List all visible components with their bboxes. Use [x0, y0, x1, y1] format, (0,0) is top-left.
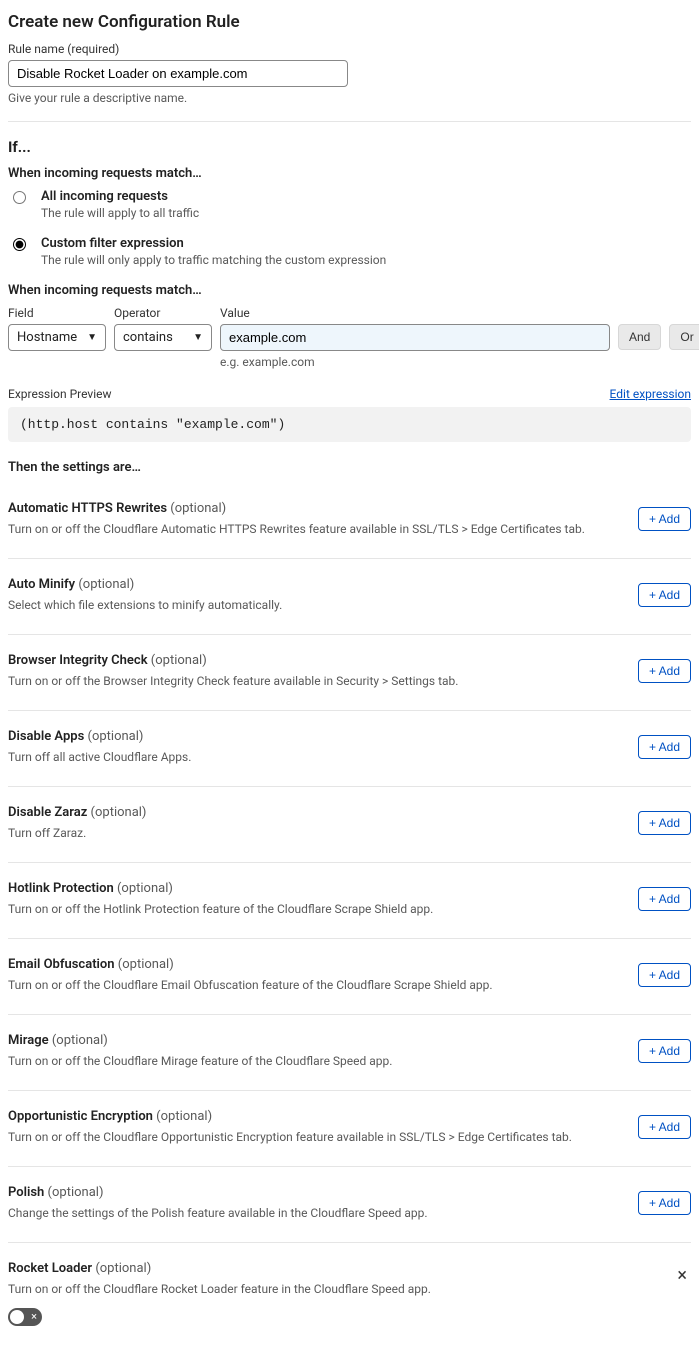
page-title: Create new Configuration Rule — [8, 12, 691, 32]
setting-desc: Select which file extensions to minify a… — [8, 598, 622, 612]
optional-label: (optional) — [118, 957, 174, 972]
setting-desc: Turn off all active Cloudflare Apps. — [8, 750, 622, 764]
expression-preview-label: Expression Preview — [8, 387, 112, 401]
and-button[interactable]: And — [618, 324, 661, 350]
field-select[interactable]: Hostname ▼ — [8, 324, 106, 351]
setting-title: Polish — [8, 1185, 48, 1200]
if-heading: If... — [8, 138, 691, 156]
close-icon[interactable]: × — [673, 1265, 691, 1287]
or-button[interactable]: Or — [669, 324, 699, 350]
match-label-2: When incoming requests match… — [8, 283, 691, 298]
toggle-knob — [10, 1310, 24, 1324]
setting-desc: Turn on or off the Cloudflare Email Obfu… — [8, 978, 622, 992]
add-button[interactable]: + Add — [638, 583, 691, 607]
radio-custom-filter[interactable] — [13, 238, 26, 251]
setting-desc: Change the settings of the Polish featur… — [8, 1206, 622, 1220]
operator-value: contains — [123, 330, 173, 345]
optional-label: (optional) — [88, 729, 144, 744]
optional-label: (optional) — [170, 501, 226, 516]
setting-desc: Turn on or off the Cloudflare Mirage fea… — [8, 1054, 622, 1068]
setting-title: Disable Apps — [8, 729, 88, 744]
rule-name-label: Rule name (required) — [8, 42, 691, 56]
add-button[interactable]: + Add — [638, 1039, 691, 1063]
setting-row: Opportunistic Encryption (optional) Turn … — [8, 1091, 691, 1167]
radio-custom-title: Custom filter expression — [41, 236, 386, 251]
setting-title: Email Obfuscation — [8, 957, 118, 972]
setting-row: Polish (optional) Change the settings of … — [8, 1167, 691, 1243]
toggle-x-icon: × — [31, 1309, 37, 1325]
radio-all-incoming[interactable] — [13, 191, 26, 204]
optional-label: (optional) — [151, 653, 207, 668]
optional-label: (optional) — [48, 1185, 104, 1200]
optional-label: (optional) — [156, 1109, 212, 1124]
setting-row: Automatic HTTPS Rewrites (optional) Turn … — [8, 483, 691, 559]
radio-all-desc: The rule will apply to all traffic — [41, 206, 199, 220]
match-label: When incoming requests match… — [8, 166, 691, 181]
value-hint: e.g. example.com — [220, 355, 610, 369]
add-button[interactable]: + Add — [638, 1115, 691, 1139]
value-input[interactable] — [220, 324, 610, 351]
setting-title: Hotlink Protection — [8, 881, 117, 896]
setting-row: Disable Zaraz (optional) Turn off Zaraz. +… — [8, 787, 691, 863]
optional-label: (optional) — [95, 1261, 151, 1276]
radio-all-title: All incoming requests — [41, 189, 199, 204]
add-button[interactable]: + Add — [638, 1191, 691, 1215]
add-button[interactable]: + Add — [638, 735, 691, 759]
optional-label: (optional) — [52, 1033, 108, 1048]
add-button[interactable]: + Add — [638, 659, 691, 683]
setting-title: Disable Zaraz — [8, 805, 91, 820]
radio-custom-desc: The rule will only apply to traffic matc… — [41, 253, 386, 267]
rocket-loader-toggle[interactable]: × — [8, 1308, 42, 1326]
expression-code: (http.host contains "example.com") — [8, 407, 691, 442]
setting-title: Mirage — [8, 1033, 52, 1048]
add-button[interactable]: + Add — [638, 963, 691, 987]
add-button[interactable]: + Add — [638, 507, 691, 531]
setting-title: Browser Integrity Check — [8, 653, 151, 668]
rule-name-input[interactable] — [8, 60, 348, 87]
setting-title: Opportunistic Encryption — [8, 1109, 156, 1124]
optional-label: (optional) — [91, 805, 147, 820]
add-button[interactable]: + Add — [638, 887, 691, 911]
setting-title: Automatic HTTPS Rewrites — [8, 501, 170, 516]
setting-row: Auto Minify (optional) Select which file … — [8, 559, 691, 635]
optional-label: (optional) — [117, 881, 173, 896]
setting-row: Email Obfuscation (optional) Turn on or o… — [8, 939, 691, 1015]
setting-desc: Turn on or off the Cloudflare Opportunis… — [8, 1130, 622, 1144]
setting-row: Disable Apps (optional) Turn off all acti… — [8, 711, 691, 787]
setting-row: Mirage (optional) Turn on or off the Clou… — [8, 1015, 691, 1091]
operator-label: Operator — [114, 306, 212, 320]
rule-name-hint: Give your rule a descriptive name. — [8, 91, 691, 105]
setting-desc: Turn on or off the Hotlink Protection fe… — [8, 902, 622, 916]
chevron-down-icon: ▼ — [193, 332, 203, 343]
setting-desc: Turn on or off the Cloudflare Rocket Loa… — [8, 1282, 657, 1296]
setting-title: Rocket Loader — [8, 1261, 95, 1276]
operator-select[interactable]: contains ▼ — [114, 324, 212, 351]
value-label: Value — [220, 306, 610, 320]
field-label: Field — [8, 306, 106, 320]
optional-label: (optional) — [78, 577, 134, 592]
add-button[interactable]: + Add — [638, 811, 691, 835]
chevron-down-icon: ▼ — [87, 332, 97, 343]
divider — [8, 121, 691, 122]
setting-row: Browser Integrity Check (optional) Turn o… — [8, 635, 691, 711]
setting-title: Auto Minify — [8, 577, 78, 592]
edit-expression-link[interactable]: Edit expression — [610, 387, 691, 401]
setting-desc: Turn off Zaraz. — [8, 826, 622, 840]
then-heading: Then the settings are… — [8, 460, 691, 475]
field-value: Hostname — [17, 330, 77, 345]
setting-row: Rocket Loader (optional) Turn on or off t… — [8, 1243, 691, 1348]
setting-row: Hotlink Protection (optional) Turn on or … — [8, 863, 691, 939]
setting-desc: Turn on or off the Browser Integrity Che… — [8, 674, 622, 688]
setting-desc: Turn on or off the Cloudflare Automatic … — [8, 522, 622, 536]
